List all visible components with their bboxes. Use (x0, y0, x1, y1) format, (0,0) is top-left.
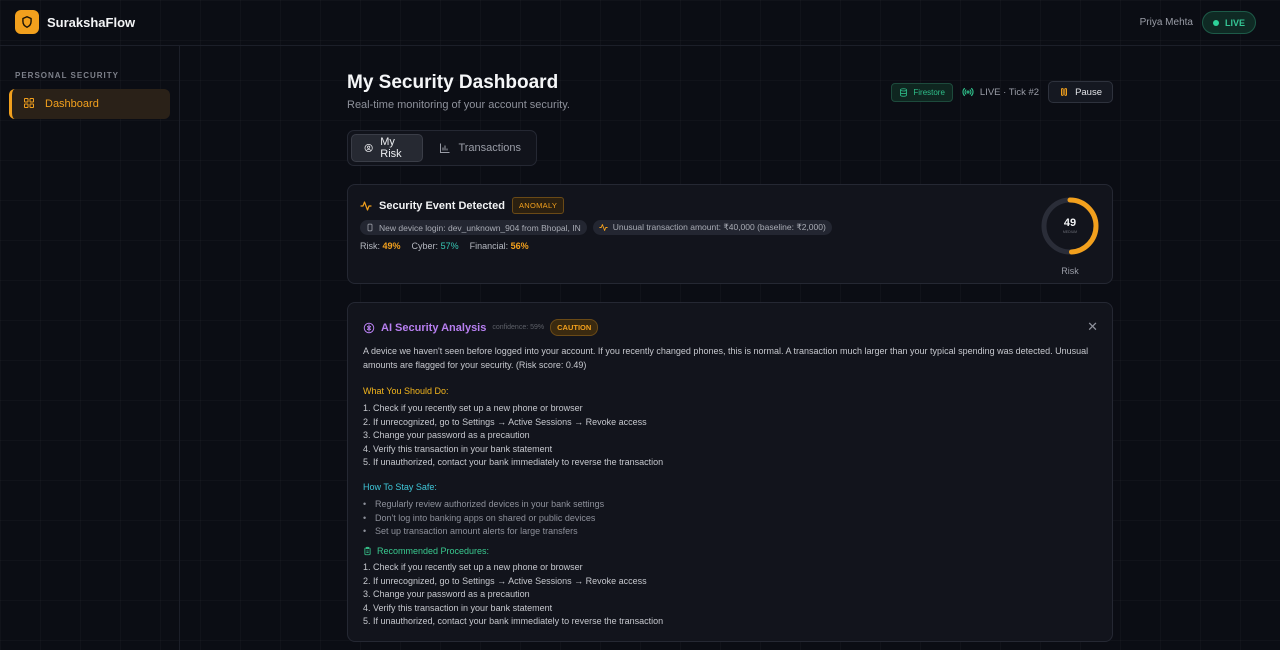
live-status-label: LIVE (1224, 17, 1245, 28)
list-item: 1. Check if you recently set up a new ph… (363, 562, 583, 572)
anomaly-badge: ANOMALY (511, 197, 565, 214)
stay-safe-title: How To Stay Safe: (363, 482, 437, 492)
app-name: SurakshaFlow (47, 14, 136, 30)
sidebar-item-dashboard[interactable]: Dashboard (9, 89, 170, 119)
brand[interactable]: SurakshaFlow (15, 10, 135, 34)
list-item: 2. If unrecognized, go to Settings → Act… (363, 575, 647, 586)
procedures-title: Recommended Procedures: (377, 546, 490, 556)
live-tick-indicator: LIVE · Tick #2 (962, 86, 1039, 98)
header-controls: Firestore LIVE · Tick #2 Pause (891, 81, 1113, 103)
ai-summary: A device we haven't seen before logged i… (363, 346, 1089, 370)
score-row: Risk: 49% Cyber: 57% Financial: 56% (360, 241, 529, 251)
shield-logo-icon (15, 10, 39, 34)
ai-analysis-header: AI Security Analysis confidence: 59% CAU… (363, 319, 599, 336)
list-item: 4. Verify this transaction in your bank … (363, 602, 553, 613)
gauge-sublabel: MEDIUM (1063, 230, 1077, 234)
firestore-label: Firestore (913, 87, 945, 97)
procedures-header: Recommended Procedures: (363, 546, 489, 556)
list-item: Don't log into banking apps on shared or… (363, 512, 604, 526)
event-title: Security Event Detected (379, 199, 505, 212)
cyber-score: Cyber: 57% (412, 241, 459, 251)
tab-label: My Risk (380, 136, 402, 160)
bar-chart-icon (440, 143, 450, 153)
event-header: Security Event Detected ANOMALY (360, 197, 565, 214)
risk-gauge-ring: 49 MEDIUM (1041, 197, 1099, 255)
tab-label: Transactions (458, 142, 521, 154)
financial-score-value: 56% (510, 241, 529, 251)
gauge-value: 49 (1064, 217, 1076, 229)
list-item: 2. If unrecognized, go to Settings → Act… (363, 416, 647, 427)
pause-label: Pause (1075, 86, 1102, 98)
sidebar-section-label: PERSONAL SECURITY (15, 71, 119, 80)
list-item: 3. Change your password as a precaution (363, 430, 530, 440)
list-item: 3. Change your password as a precaution (363, 589, 530, 599)
risk-score: Risk: 49% (360, 241, 401, 251)
what-to-do-list: 1. Check if you recently set up a new ph… (363, 402, 663, 470)
brain-icon (363, 322, 375, 333)
what-to-do-title: What You Should Do: (363, 386, 449, 396)
user-name[interactable]: Priya Mehta (1140, 17, 1193, 28)
phone-icon (367, 223, 373, 232)
user-circle-icon (364, 143, 373, 153)
ai-analysis-title: AI Security Analysis (381, 321, 487, 334)
activity-icon (599, 224, 608, 231)
pause-icon (1061, 88, 1068, 96)
list-item: 5. If unauthorized, contact your bank im… (363, 616, 664, 626)
confidence-label: confidence: 59% (492, 324, 545, 331)
chip-text: New device login: dev_unknown_904 from B… (379, 222, 581, 233)
chip-text: Unusual transaction amount: ₹40,000 (bas… (612, 222, 826, 232)
device-login-chip: New device login: dev_unknown_904 from B… (360, 220, 587, 235)
unusual-amount-chip: Unusual transaction amount: ₹40,000 (bas… (592, 220, 832, 235)
list-item: Regularly review authorized devices in y… (363, 498, 604, 512)
live-status-badge: LIVE (1201, 11, 1256, 34)
procedures-list: 1. Check if you recently set up a new ph… (363, 561, 663, 629)
sidebar-item-label: Dashboard (45, 98, 99, 110)
tab-transactions[interactable]: Transactions (427, 134, 533, 162)
close-icon[interactable]: ✕ (1087, 320, 1098, 333)
user-area: Priya Mehta LIVE (1140, 11, 1256, 34)
live-dot-icon (1212, 19, 1219, 26)
clipboard-icon (364, 546, 371, 556)
top-bar: SurakshaFlow Priya Mehta LIVE (0, 0, 1280, 46)
list-item: 5. If unauthorized, contact your bank im… (363, 457, 664, 467)
tab-bar: My Risk Transactions (347, 130, 537, 166)
event-chips: New device login: dev_unknown_904 from B… (360, 220, 832, 235)
financial-score-label: Financial: (469, 241, 509, 251)
security-event-card: Security Event Detected ANOMALY New devi… (347, 184, 1113, 284)
list-item: 1. Check if you recently set up a new ph… (363, 403, 583, 413)
ai-analysis-card: AI Security Analysis confidence: 59% CAU… (347, 302, 1113, 642)
broadcast-icon (962, 87, 974, 97)
financial-score: Financial: 56% (470, 241, 529, 251)
stay-safe-list: Regularly review authorized devices in y… (363, 498, 604, 539)
cyber-score-label: Cyber: (411, 241, 439, 251)
risk-score-label: Risk: (360, 241, 380, 251)
page-subtitle: Real-time monitoring of your account sec… (347, 99, 570, 111)
grid-icon (23, 97, 35, 112)
list-item: Set up transaction amount alerts for lar… (363, 525, 604, 539)
list-item: 4. Verify this transaction in your bank … (363, 443, 553, 454)
pause-button[interactable]: Pause (1048, 81, 1113, 103)
database-icon (900, 87, 908, 97)
tab-my-risk[interactable]: My Risk (351, 134, 424, 162)
sidebar: PERSONAL SECURITY Dashboard (0, 46, 180, 650)
live-tick-label: LIVE · Tick #2 (979, 86, 1040, 98)
gauge-label: Risk (1061, 266, 1079, 276)
risk-gauge: 49 MEDIUM Risk (1039, 195, 1101, 276)
firestore-badge: Firestore (891, 82, 953, 102)
caution-badge: CAUTION (550, 319, 599, 336)
activity-icon (360, 200, 372, 211)
cyber-score-value: 57% (440, 241, 459, 251)
risk-score-value: 49% (382, 241, 401, 251)
page-title: My Security Dashboard (347, 72, 559, 93)
